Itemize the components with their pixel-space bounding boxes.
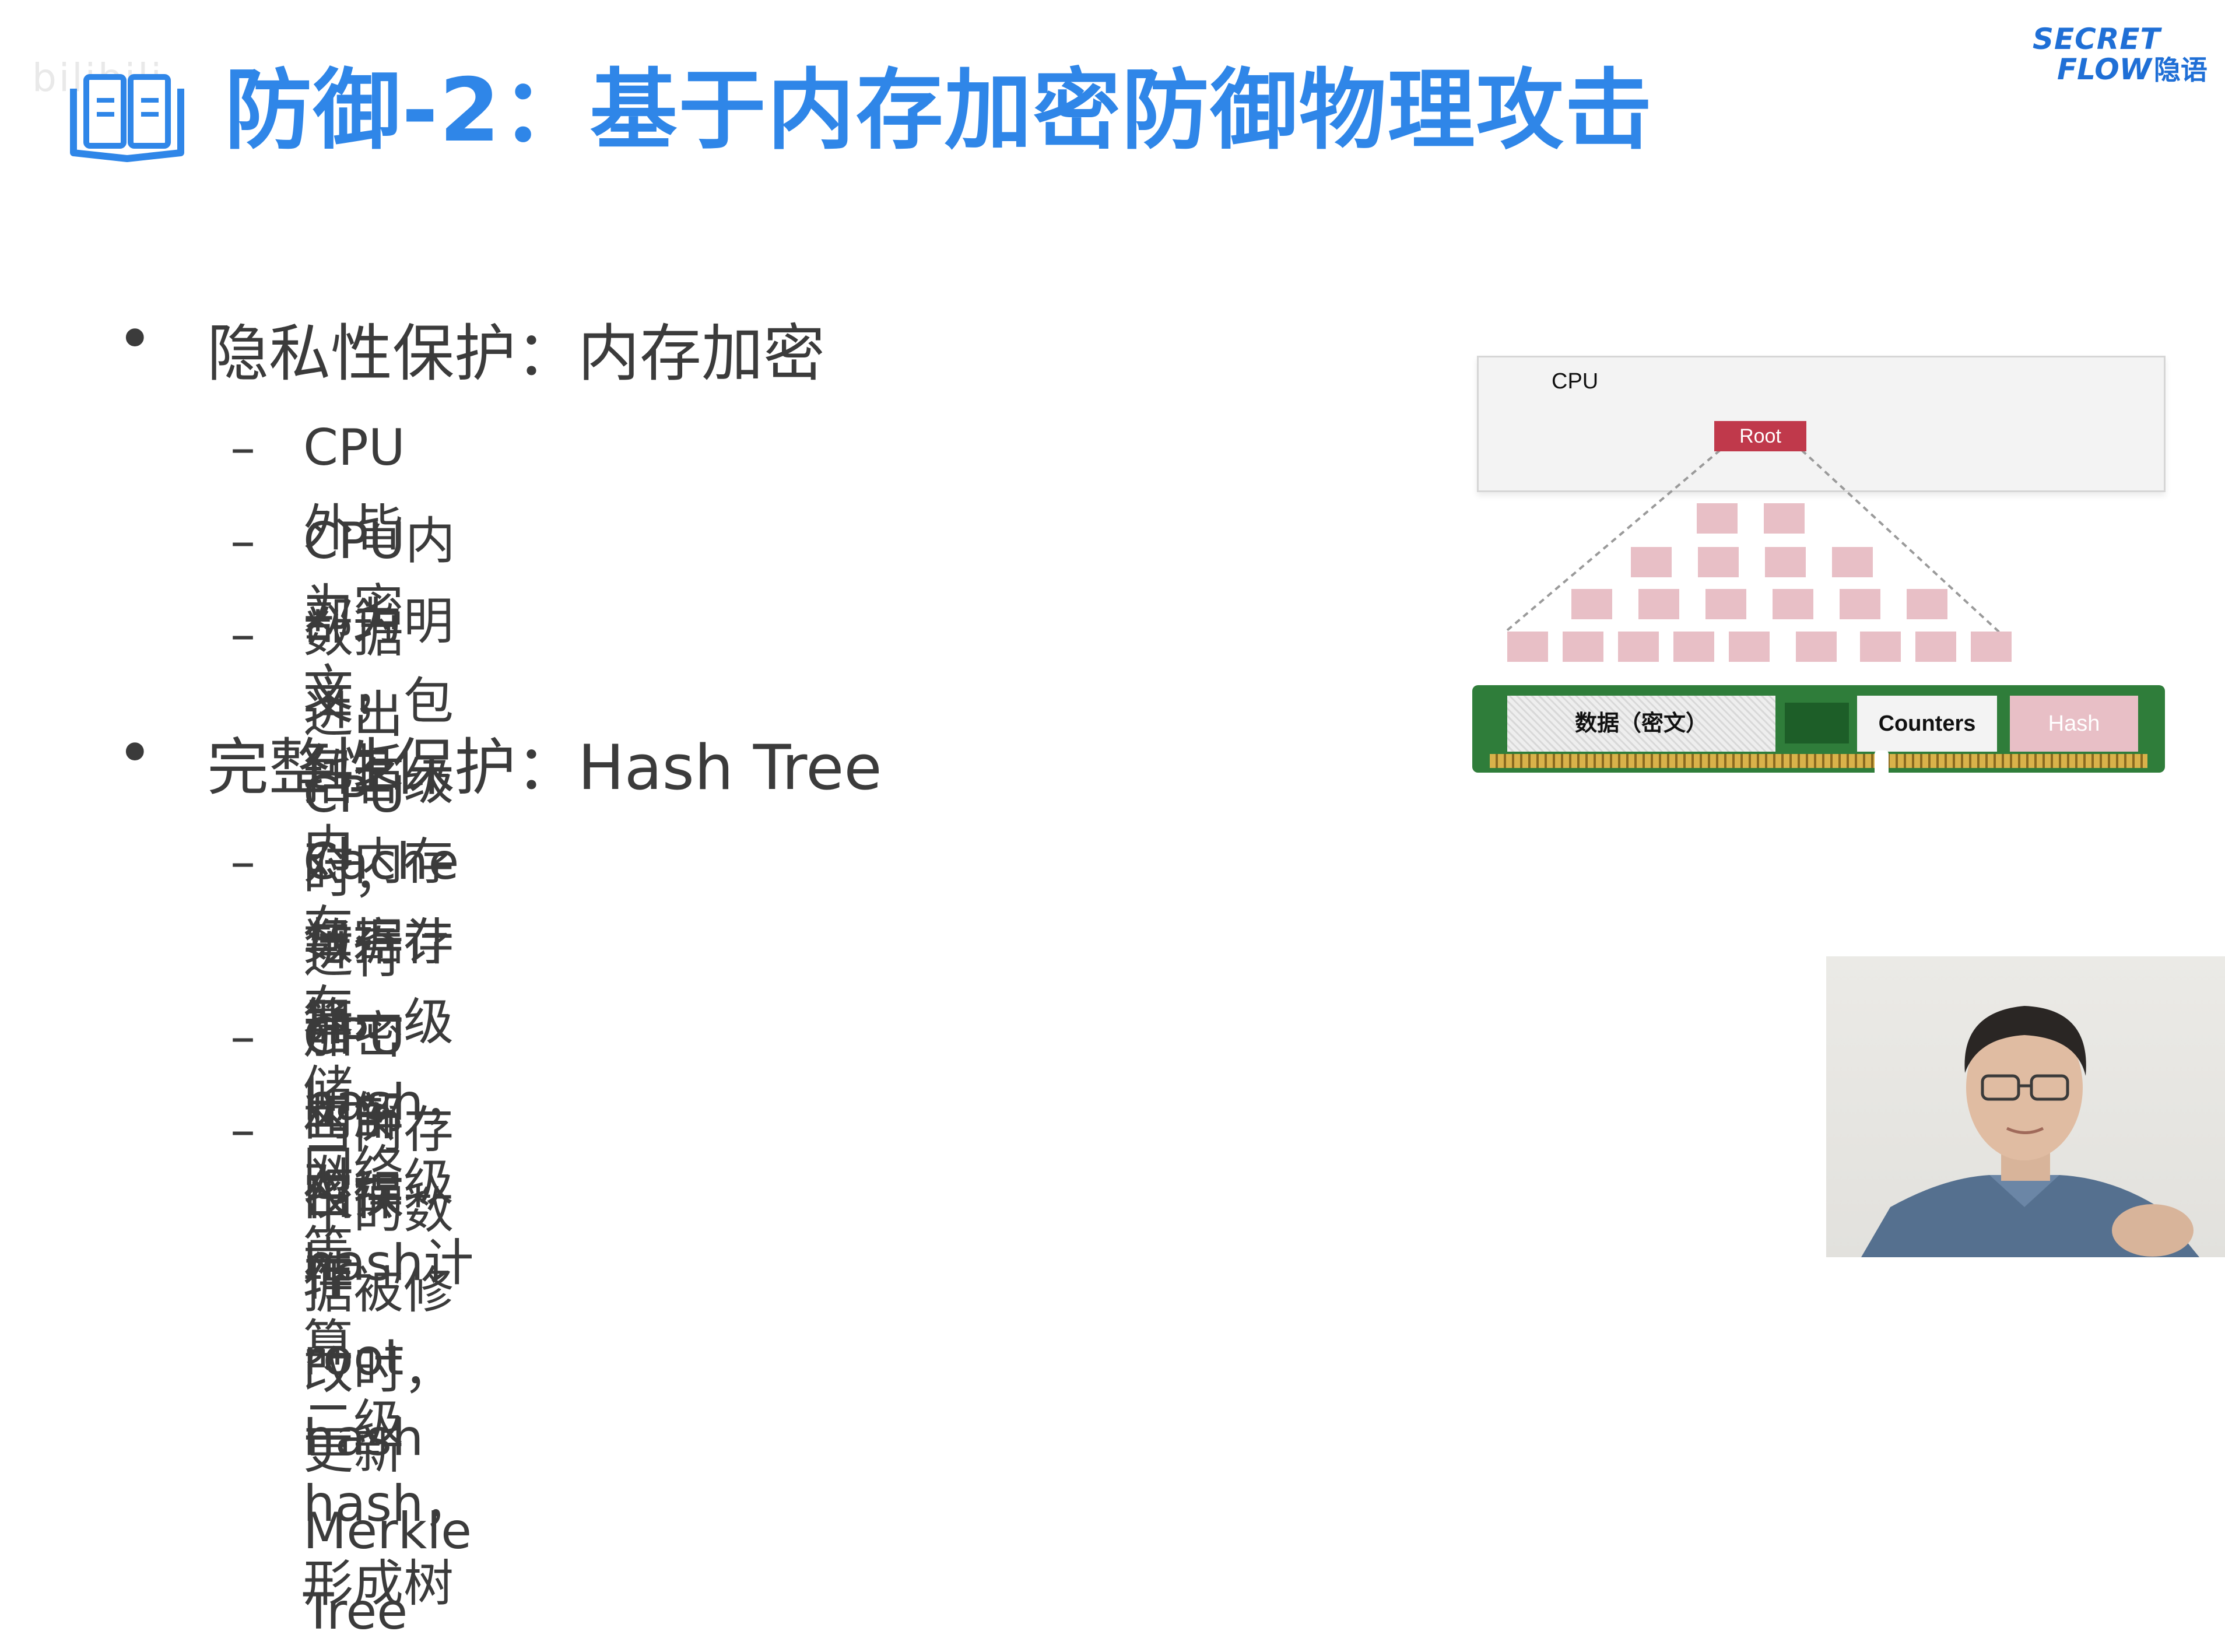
tree-leaf [1673,632,1714,662]
tree-leaf [1563,632,1603,662]
tree-leaf [1796,632,1837,662]
secretflow-logo: SECRET FLOW隐语 [2016,22,2215,86]
tree-leaf [1618,632,1659,662]
tree-node [1773,589,1813,619]
tree-node [1698,547,1739,577]
merkle-tree-diagram: CPU Root 数据（密文） Counters Hash [1472,353,2166,778]
memory-data-chip: 数据（密文） [1507,696,1775,752]
logo-line2-text: FLOW [2057,52,2152,86]
sub-bullet-dash: – [230,419,255,477]
sub-bullet-dash: – [230,1008,255,1066]
slide-title: 防御-2：基于内存加密防御物理攻击 [224,60,1654,162]
root-node: Root [1714,421,1806,451]
slide: bilibili 防御-2：基于内存加密防御物理攻击 SECRET FLOW隐语… [0,0,2225,1641]
tree-leaf [1729,632,1770,662]
tree-leaf [1971,632,2012,662]
sub-bullet-text: 当内存中的数据被修改时，更新Merkle Tree [303,1101,472,1641]
tree-node [1705,589,1746,619]
tree-node [1840,589,1880,619]
bullet-dot: • [117,717,153,789]
memory-counters-chip: Counters [1857,696,1997,752]
memory-chip-decor [1785,703,1849,743]
bullet-dot: • [117,303,153,375]
presenter-video [1826,956,2225,1257]
sub-bullet-dash: – [230,605,255,664]
tree-leaf [1507,632,1548,662]
logo-cn: 隐语 [2153,54,2208,86]
sub-bullet-dash: – [230,512,255,570]
sub-bullet-dash: – [230,1101,255,1159]
bullet-text: 完整性保护：Hash Tree [207,732,882,804]
tree-leaf [1860,632,1901,662]
tree-node [1832,547,1873,577]
memory-pins [1490,754,2147,768]
tree-node [1571,589,1612,619]
bullet-text: 隐私性保护：内存加密 [207,318,825,390]
tree-node [1764,503,1805,534]
tree-node [1765,547,1806,577]
tree-node [1697,503,1738,534]
logo-line2: FLOW隐语 [2057,49,2208,87]
memory-notch [1875,750,1889,773]
tree-leaf [1915,632,1956,662]
presenter-figure [1861,1006,2199,1257]
tree-node [1631,547,1672,577]
sub-bullet-dash: – [230,833,255,891]
memory-module: 数据（密文） Counters Hash [1472,685,2165,773]
tree-node [1907,589,1947,619]
book-icon [70,74,184,162]
memory-hash-chip: Hash [2010,696,2138,752]
tree-node [1638,589,1679,619]
